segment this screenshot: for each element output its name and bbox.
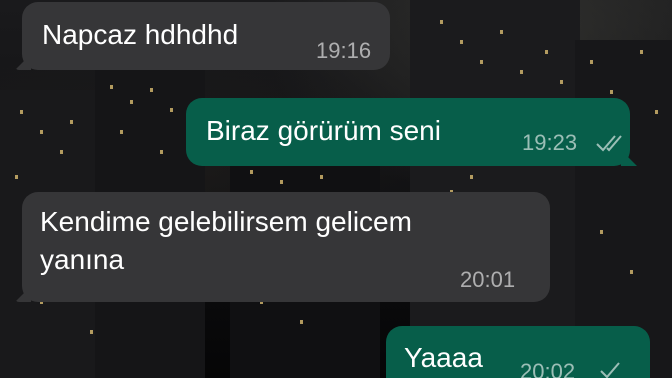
message-bubble-incoming[interactable]: Napcaz hdhdhd 19:16 xyxy=(15,2,390,70)
message-timestamp: 20:02 xyxy=(520,359,576,378)
wallpaper-building xyxy=(410,0,580,378)
message-timestamp: 19:23 xyxy=(522,130,578,155)
message-timestamp: 20:01 xyxy=(460,267,516,292)
sent-check-icon xyxy=(600,362,620,378)
message-bubble-incoming[interactable]: Kendime gelebilirsem gelicem yanına 20:0… xyxy=(15,192,550,302)
message-timestamp: 19:16 xyxy=(316,38,372,63)
message-text: Kendime gelebilirsem gelicem yanına xyxy=(40,206,412,275)
read-double-check-icon xyxy=(596,135,622,152)
message-text: Napcaz hdhdhd xyxy=(42,19,239,50)
message-text: Biraz görürüm seni xyxy=(206,115,441,146)
message-text: Yaaaa xyxy=(404,342,483,373)
message-bubble-outgoing[interactable]: Biraz görürüm seni 19:23 xyxy=(186,98,637,166)
message-bubble-outgoing[interactable]: Yaaaa 20:02 xyxy=(386,326,650,378)
